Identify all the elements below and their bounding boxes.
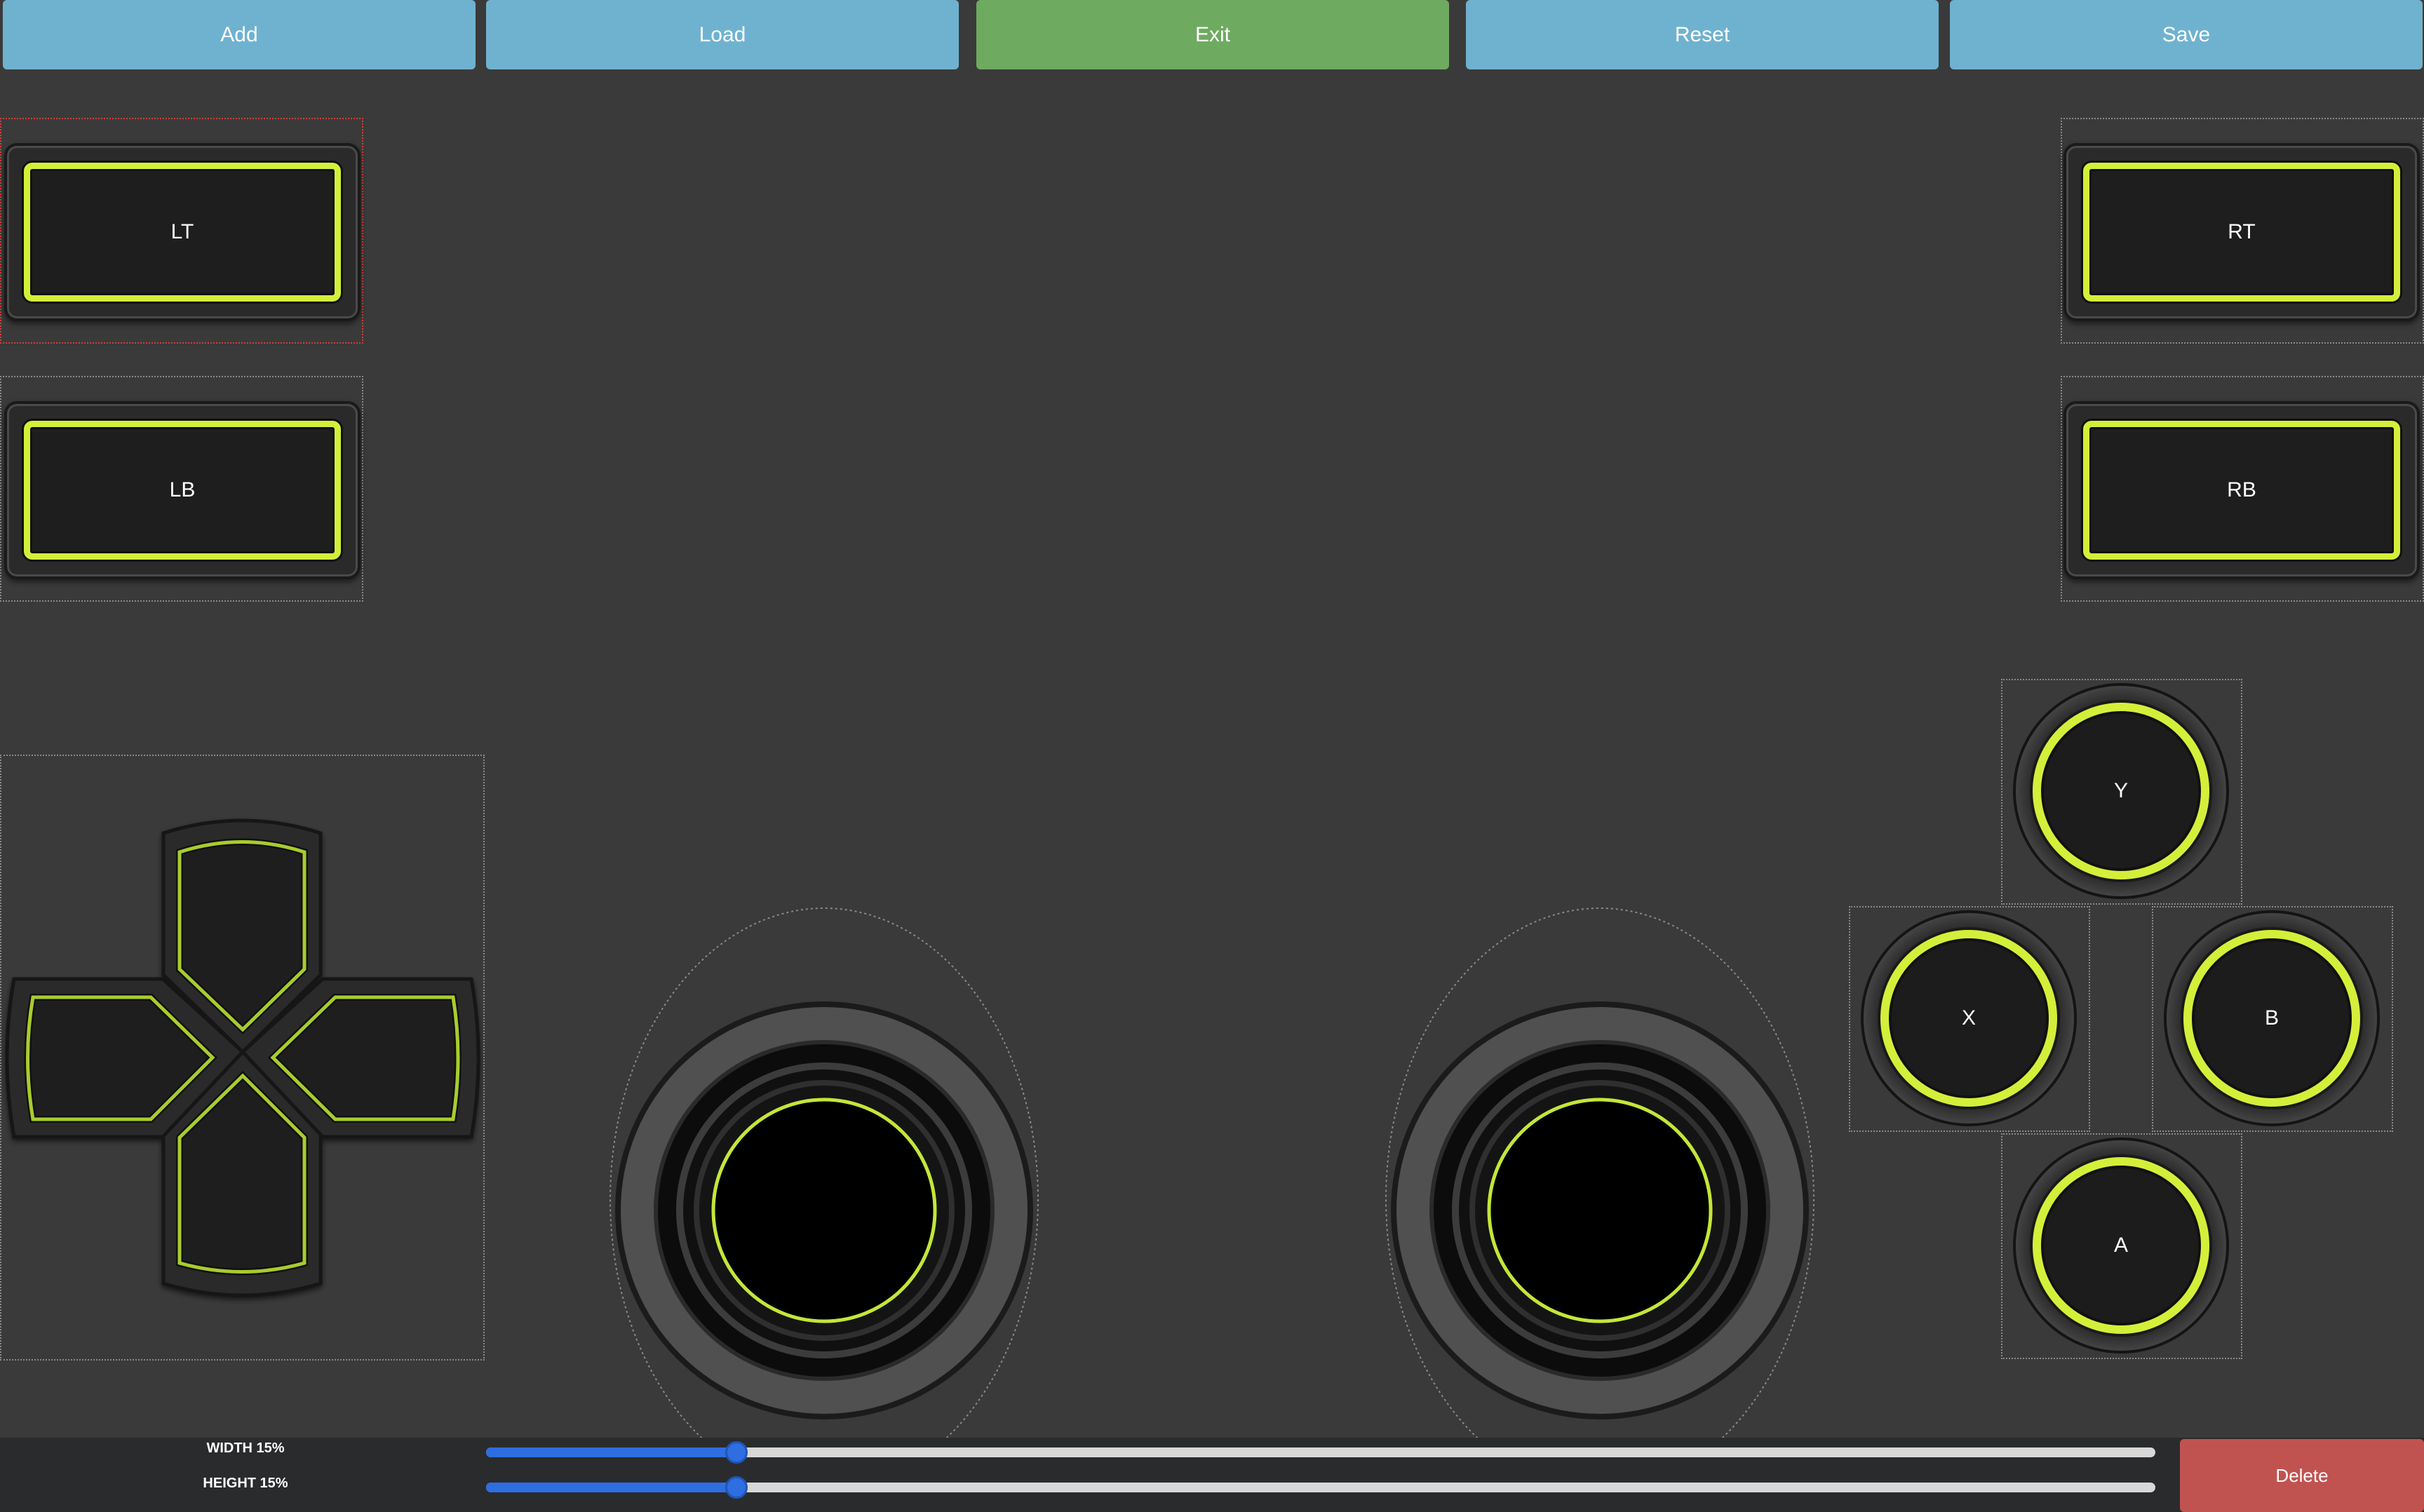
rb-button-label: RB	[2083, 421, 2400, 560]
add-button[interactable]: Add	[3, 0, 476, 69]
a-button-label: A	[2033, 1157, 2209, 1334]
right-stick-knob[interactable]	[1487, 1098, 1713, 1323]
a-button[interactable]: A	[2013, 1138, 2229, 1354]
load-button[interactable]: Load	[486, 0, 959, 69]
lb-button-label: LB	[24, 421, 341, 560]
x-button[interactable]: X	[1861, 910, 2077, 1126]
height-slider-thumb[interactable]	[725, 1476, 748, 1499]
size-panel: WIDTH 15% HEIGHT 15%	[0, 1438, 2424, 1512]
width-slider-thumb[interactable]	[725, 1441, 748, 1464]
rt-button[interactable]: RT	[2063, 143, 2420, 321]
lb-button[interactable]: LB	[4, 401, 361, 579]
save-button[interactable]: Save	[1950, 0, 2423, 69]
dpad[interactable]	[0, 755, 485, 1361]
exit-button[interactable]: Exit	[976, 0, 1449, 69]
y-button-label: Y	[2033, 703, 2209, 879]
reset-button[interactable]: Reset	[1466, 0, 1939, 69]
width-slider-fill	[486, 1447, 736, 1457]
width-label: WIDTH 15%	[206, 1440, 285, 1456]
height-slider[interactable]	[486, 1476, 2155, 1499]
right-stick[interactable]	[1379, 905, 1821, 1438]
y-button[interactable]: Y	[2013, 683, 2229, 899]
b-button-label: B	[2183, 930, 2360, 1107]
width-slider[interactable]	[486, 1441, 2155, 1464]
x-button-label: X	[1880, 930, 2057, 1107]
lt-button-label: LT	[24, 163, 341, 302]
height-label: HEIGHT 15%	[203, 1476, 288, 1491]
height-slider-fill	[486, 1483, 736, 1492]
lt-button[interactable]: LT	[4, 143, 361, 321]
rb-button[interactable]: RB	[2063, 401, 2420, 579]
delete-button[interactable]: Delete	[2180, 1439, 2424, 1512]
left-stick[interactable]	[603, 905, 1045, 1438]
left-stick-knob[interactable]	[711, 1098, 937, 1323]
rt-button-label: RT	[2083, 163, 2400, 302]
b-button[interactable]: B	[2164, 910, 2380, 1126]
